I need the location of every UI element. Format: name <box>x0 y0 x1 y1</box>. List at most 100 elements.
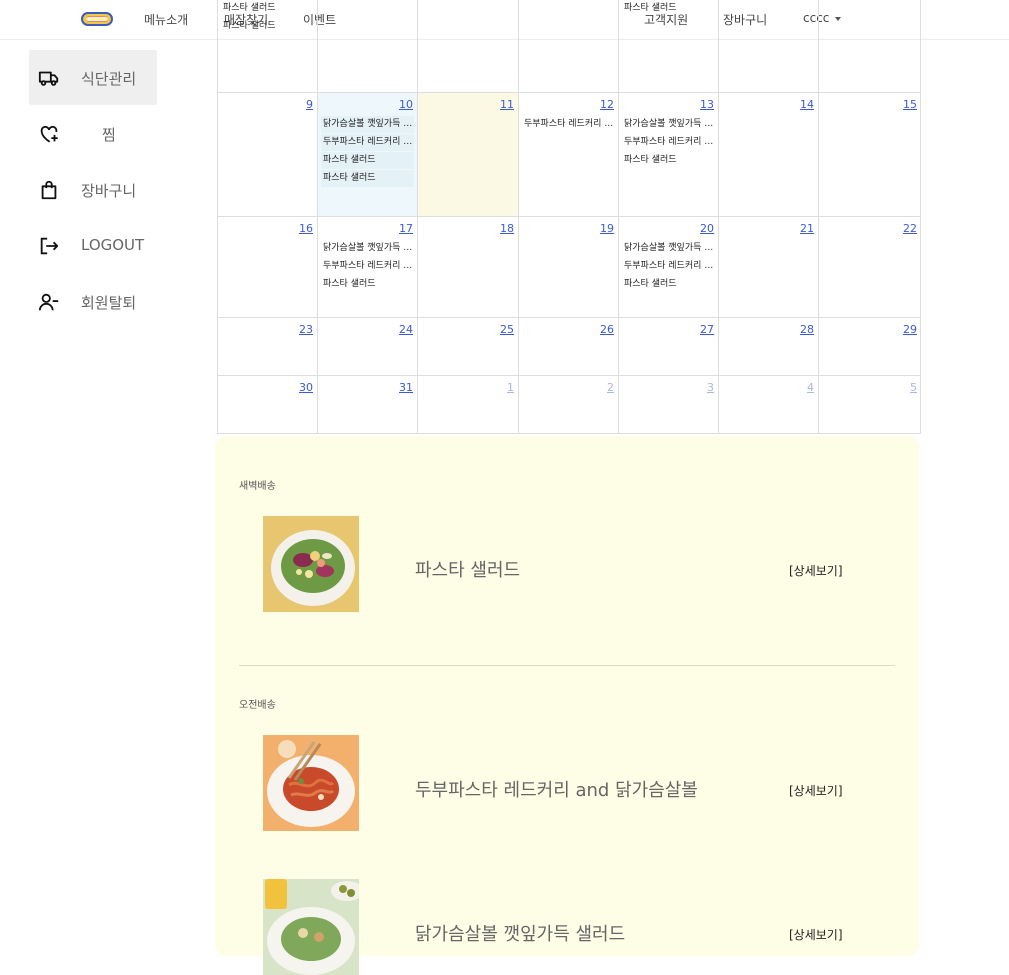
calendar-day-cell[interactable]: 28 <box>719 317 819 375</box>
sidebar-item-label: LOGOUT <box>81 236 145 254</box>
calendar-day-cell[interactable]: 2 <box>519 375 619 433</box>
calendar-day-number[interactable]: 31 <box>399 381 413 394</box>
calendar-event[interactable]: 닭가슴살볼 깻잎가득 샐러드 <box>622 116 715 133</box>
calendar-event[interactable]: 파스타 샐러드 <box>321 170 414 187</box>
calendar-day-cell[interactable]: 21 <box>719 216 819 317</box>
calendar-day-number[interactable]: 20 <box>700 222 714 235</box>
calendar-day-number[interactable]: 4 <box>807 381 814 394</box>
calendar-day-cell[interactable]: 23 <box>218 317 318 375</box>
sidebar-item-label: 장바구니 <box>81 182 137 200</box>
calendar-day-cell[interactable]: 파스타 샐러드 <box>619 0 719 92</box>
calendar-day-cell[interactable]: 4 <box>719 375 819 433</box>
calendar-day-cell[interactable]: 10 닭가슴살볼 깻잎가득 샐러드두부파스타 레드커리 and 닭가슴살볼파스타 … <box>318 92 418 216</box>
calendar-day-number[interactable]: 26 <box>600 323 614 336</box>
calendar-event[interactable]: 닭가슴살볼 깻잎가득 샐러드 <box>321 240 414 257</box>
calendar-day-cell[interactable]: 29 <box>819 317 921 375</box>
calendar-day-cell[interactable]: 19 <box>519 216 619 317</box>
food-name: 파스타 샐러드 <box>415 560 521 581</box>
calendar-event[interactable]: 파스타 샐러드 <box>622 152 715 169</box>
calendar-event[interactable]: 두부파스타 레드커리 and 닭가슴살볼 <box>522 116 615 133</box>
calendar-day-cell[interactable]: 13 닭가슴살볼 깻잎가득 샐러드두부파스타 레드커리 and 닭가슴살볼파스타 … <box>619 92 719 216</box>
calendar-day-number[interactable]: 15 <box>903 98 917 111</box>
calendar-day-number[interactable]: 27 <box>700 323 714 336</box>
calendar-day-cell[interactable] <box>418 0 519 92</box>
calendar-event[interactable]: 닭가슴살볼 깻잎가득 샐러드 <box>622 240 715 257</box>
sidebar-item-label: 회원탈퇴 <box>81 294 137 312</box>
calendar-day-cell[interactable]: 17 닭가슴살볼 깻잎가득 샐러드두부파스타 레드커리 and 닭가슴살볼파스타 … <box>318 216 418 317</box>
truck-icon <box>38 71 59 86</box>
calendar-day-cell[interactable] <box>719 0 819 92</box>
calendar-event[interactable]: 파스타 샐러드 <box>221 0 314 17</box>
calendar-day-number[interactable]: 9 <box>306 98 313 111</box>
calendar-event[interactable]: 두부파스타 레드커리 and 닭가슴살볼 <box>622 258 715 275</box>
calendar-day-cell[interactable]: 파스타 샐러드 파스타 샐러드 <box>218 0 318 92</box>
sidebar-item-withdraw[interactable]: 회원탈퇴 <box>29 274 157 329</box>
calendar-event[interactable]: 파스타 샐러드 <box>221 18 314 35</box>
calendar-day-cell[interactable]: 22 <box>819 216 921 317</box>
calendar-day-cell[interactable]: 24 <box>318 317 418 375</box>
calendar-event[interactable]: 파스타 샐러드 <box>321 152 414 169</box>
calendar-day-number[interactable]: 2 <box>607 381 614 394</box>
calendar-day-cell[interactable] <box>819 0 921 92</box>
calendar-day-number[interactable]: 30 <box>299 381 313 394</box>
sidebar-item-logout[interactable]: LOGOUT <box>29 218 157 273</box>
detail-link[interactable]: [상세보기] <box>789 926 843 943</box>
calendar-event[interactable]: 두부파스타 레드커리 and 닭가슴살볼 <box>321 134 414 151</box>
calendar-day-cell[interactable]: 11 <box>418 92 519 216</box>
calendar-day-cell[interactable]: 26 <box>519 317 619 375</box>
calendar-day-cell[interactable]: 12 두부파스타 레드커리 and 닭가슴살볼 <box>519 92 619 216</box>
calendar-day-cell[interactable]: 20 닭가슴살볼 깻잎가득 샐러드두부파스타 레드커리 and 닭가슴살볼파스타 … <box>619 216 719 317</box>
calendar-day-number[interactable]: 12 <box>600 98 614 111</box>
calendar-day-number[interactable]: 1 <box>507 381 514 394</box>
calendar-day-cell[interactable]: 3 <box>619 375 719 433</box>
calendar-day-cell[interactable]: 16 <box>218 216 318 317</box>
calendar-event[interactable]: 두부파스타 레드커리 and 닭가슴살볼 <box>321 258 414 275</box>
calendar-day-number[interactable]: 3 <box>707 381 714 394</box>
calendar-event[interactable]: 파스타 샐러드 <box>622 0 715 17</box>
calendar-day-cell[interactable]: 9 <box>218 92 318 216</box>
calendar-day-cell[interactable]: 27 <box>619 317 719 375</box>
calendar-day-number[interactable]: 11 <box>500 98 514 111</box>
section-divider <box>239 665 895 666</box>
shopping-bag-icon <box>41 180 57 200</box>
calendar-day-cell[interactable]: 31 <box>318 375 418 433</box>
calendar-event[interactable]: 파스타 샐러드 <box>622 276 715 293</box>
sidebar-item-diet-management[interactable]: 식단관리 <box>29 50 157 105</box>
calendar-day-number[interactable]: 23 <box>299 323 313 336</box>
calendar-day-number[interactable]: 21 <box>800 222 814 235</box>
calendar-day-cell[interactable]: 30 <box>218 375 318 433</box>
calendar-day-number[interactable]: 14 <box>800 98 814 111</box>
calendar-day-number[interactable]: 17 <box>399 222 413 235</box>
sidebar-item-cart[interactable]: 장바구니 <box>29 162 157 217</box>
sidebar-item-wishlist[interactable]: 찜 <box>29 106 157 161</box>
calendar-day-cell[interactable]: 15 <box>819 92 921 216</box>
nav-menu-intro[interactable]: 메뉴소개 <box>144 11 188 28</box>
event-list: 두부파스타 레드커리 and 닭가슴살볼 <box>522 116 615 134</box>
calendar-day-cell[interactable]: 1 <box>418 375 519 433</box>
calendar-day-number[interactable]: 24 <box>399 323 413 336</box>
calendar-day-number[interactable]: 18 <box>500 222 514 235</box>
calendar-day-number[interactable]: 22 <box>903 222 917 235</box>
calendar-day-number[interactable]: 25 <box>500 323 514 336</box>
calendar-day-number[interactable]: 5 <box>910 381 917 394</box>
detail-link[interactable]: [상세보기] <box>789 782 843 799</box>
calendar-day-cell[interactable] <box>318 0 418 92</box>
calendar-day-cell[interactable]: 25 <box>418 317 519 375</box>
calendar-day-cell[interactable]: 14 <box>719 92 819 216</box>
calendar-day-cell[interactable]: 5 <box>819 375 921 433</box>
calendar-day-number[interactable]: 19 <box>600 222 614 235</box>
sidebar-item-label: 찜 <box>102 126 116 144</box>
calendar-day-number[interactable]: 10 <box>399 98 413 111</box>
food-image-pasta-salad <box>263 516 359 612</box>
brand-logo[interactable] <box>81 12 113 26</box>
calendar-event[interactable]: 닭가슴살볼 깻잎가득 샐러드 <box>321 116 414 133</box>
calendar-event[interactable]: 파스타 샐러드 <box>321 276 414 293</box>
detail-link[interactable]: [상세보기] <box>789 562 843 579</box>
calendar-day-cell[interactable]: 18 <box>418 216 519 317</box>
calendar-day-cell[interactable] <box>519 0 619 92</box>
calendar-day-number[interactable]: 16 <box>299 222 313 235</box>
calendar-event[interactable]: 두부파스타 레드커리 and 닭가슴살볼 <box>622 134 715 151</box>
calendar-day-number[interactable]: 29 <box>903 323 917 336</box>
calendar-day-number[interactable]: 28 <box>800 323 814 336</box>
calendar-day-number[interactable]: 13 <box>700 98 714 111</box>
